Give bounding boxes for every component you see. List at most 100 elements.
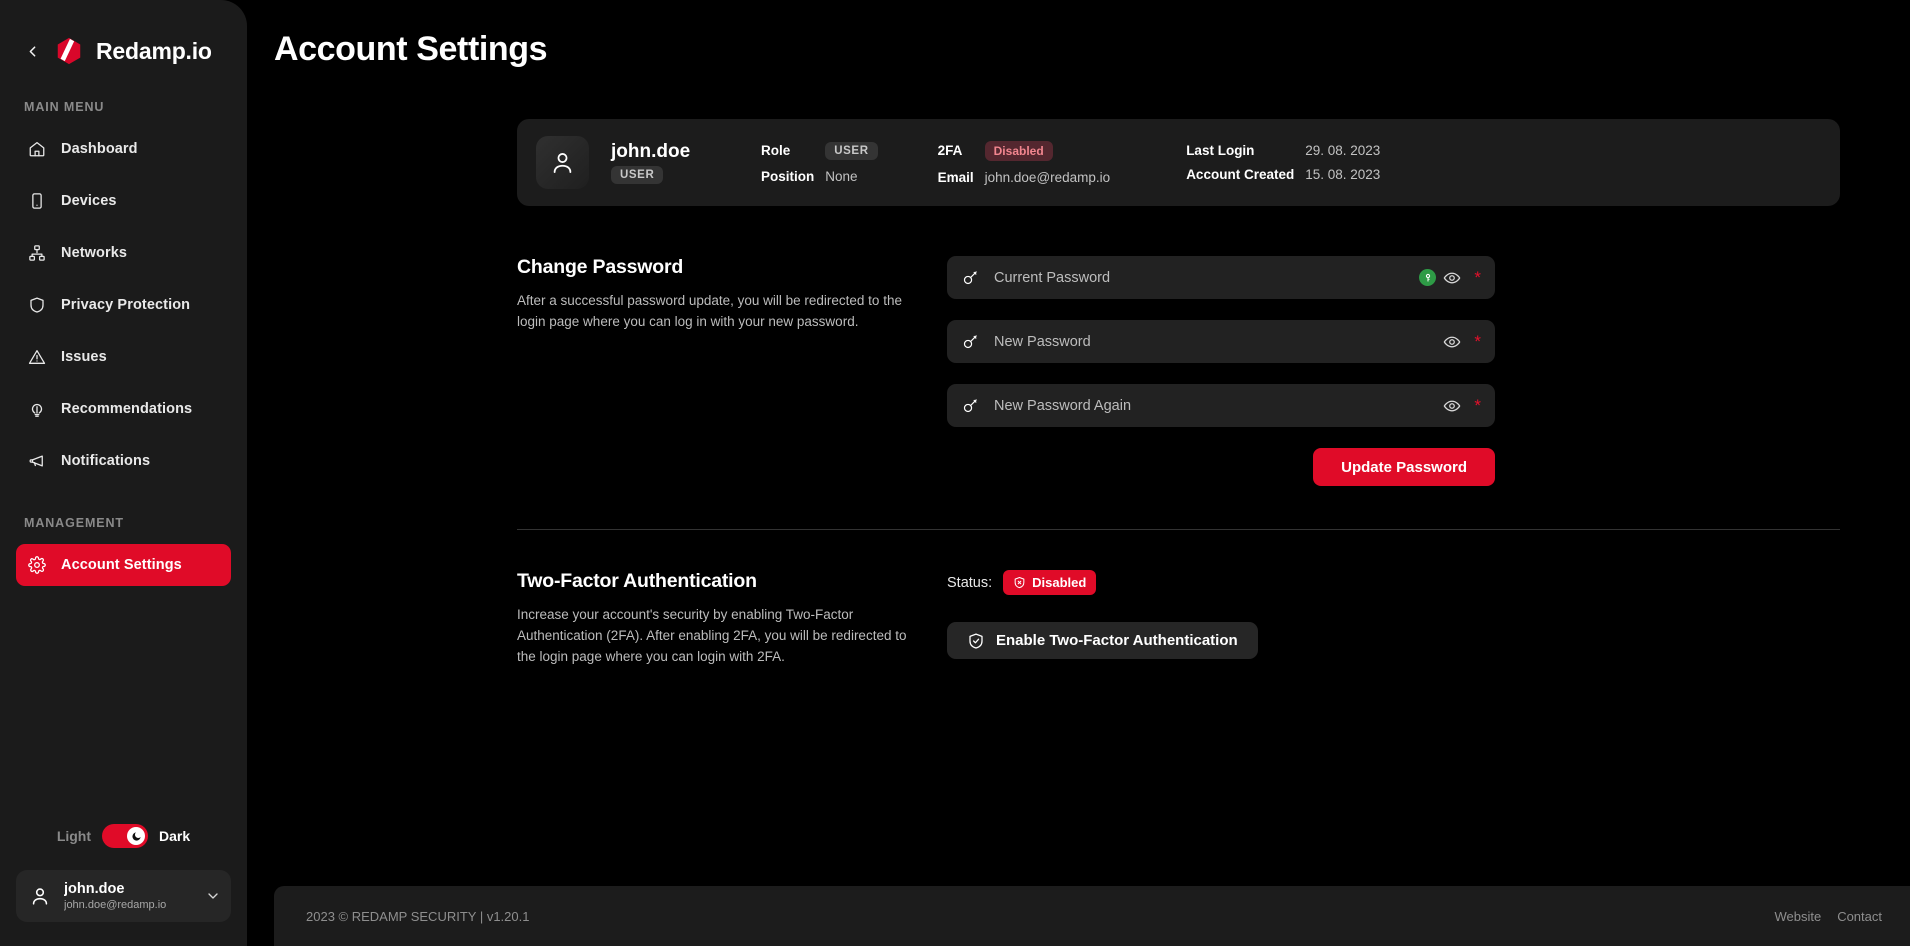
change-password-info: Change Password After a successful passw… bbox=[517, 256, 947, 333]
key-icon bbox=[962, 397, 979, 414]
profile-field-value: 15. 08. 2023 bbox=[1305, 167, 1381, 182]
profile-group-role: Role USER Position None bbox=[761, 141, 878, 184]
moon-icon bbox=[127, 827, 146, 845]
toggle-current-password-visibility-eye-icon[interactable] bbox=[1443, 269, 1461, 287]
update-password-button[interactable]: Update Password bbox=[1313, 448, 1495, 486]
footer: 2023 © REDAMP SECURITY | v1.20.1 Website… bbox=[274, 886, 1910, 946]
new-password-input[interactable] bbox=[994, 333, 1442, 350]
shield-icon bbox=[27, 295, 47, 315]
new-password-again-input[interactable] bbox=[994, 397, 1442, 414]
footer-link-website[interactable]: Website bbox=[1774, 909, 1821, 924]
chevron-down-icon[interactable] bbox=[205, 888, 221, 904]
sidebar-item-notifications[interactable]: Notifications bbox=[16, 440, 231, 482]
sidebar-section-management: MANAGEMENT bbox=[24, 516, 124, 530]
sidebar-user-name: john.doe bbox=[64, 880, 125, 897]
sidebar-item-devices[interactable]: Devices bbox=[16, 180, 231, 222]
two-factor-info: Two-Factor Authentication Increase your … bbox=[517, 570, 947, 668]
sidebar-item-label: Account Settings bbox=[61, 557, 182, 573]
sidebar-item-label: Recommendations bbox=[61, 401, 193, 417]
sidebar-user-email: john.doe@redamp.io bbox=[64, 898, 167, 911]
profile-user-badge: USER bbox=[611, 165, 664, 184]
required-marker: * bbox=[1474, 332, 1481, 351]
theme-switcher[interactable]: Light Dark bbox=[0, 824, 247, 848]
sidebar-item-privacy-protection[interactable]: Privacy Protection bbox=[16, 284, 231, 326]
profile-field-key: Email bbox=[937, 169, 974, 185]
new-password-again-field[interactable]: * bbox=[947, 384, 1495, 427]
page-title: Account Settings bbox=[274, 30, 548, 68]
network-icon bbox=[27, 243, 47, 263]
shield-check-icon bbox=[967, 632, 985, 650]
theme-light-label[interactable]: Light bbox=[57, 828, 91, 844]
change-password-title: Change Password bbox=[517, 256, 684, 278]
enable-two-factor-label: Enable Two-Factor Authentication bbox=[996, 632, 1238, 649]
profile-group-2fa: 2FA Disabled Email john.doe@redamp.io bbox=[937, 140, 1110, 185]
theme-dark-label[interactable]: Dark bbox=[159, 828, 190, 844]
sidebar-item-label: Notifications bbox=[61, 453, 151, 469]
profile-username: john.doe bbox=[611, 140, 691, 162]
device-mobile-icon bbox=[27, 191, 47, 211]
chevron-left-icon[interactable] bbox=[22, 41, 42, 61]
user-icon bbox=[553, 153, 572, 173]
footer-links: Website Contact bbox=[1774, 909, 1882, 924]
profile-field-key: Account Created bbox=[1186, 167, 1295, 182]
required-marker: * bbox=[1474, 396, 1481, 415]
warning-triangle-icon bbox=[27, 347, 47, 367]
sidebar-brand: Redamp.io bbox=[0, 0, 247, 76]
profile-group-dates: Last Login 29. 08. 2023 Account Created … bbox=[1186, 143, 1380, 182]
main-content: Account Settings john.doe USER Role USER… bbox=[247, 0, 1910, 946]
footer-link-contact[interactable]: Contact bbox=[1837, 909, 1882, 924]
profile-field-key: Role bbox=[761, 143, 791, 158]
sidebar-item-networks[interactable]: Networks bbox=[16, 232, 231, 274]
sidebar-item-issues[interactable]: Issues bbox=[16, 336, 231, 378]
profile-summary-card: john.doe USER Role USER Position None 2F… bbox=[517, 119, 1840, 206]
sidebar-item-label: Issues bbox=[61, 349, 107, 365]
password-manager-key-icon[interactable] bbox=[1419, 269, 1437, 286]
theme-toggle[interactable] bbox=[102, 824, 149, 848]
lightbulb-icon bbox=[27, 399, 47, 419]
two-factor-status-value: Disabled bbox=[1032, 575, 1087, 590]
shield-x-icon bbox=[1013, 576, 1026, 589]
sidebar-section-main-menu: MAIN MENU bbox=[24, 100, 105, 114]
sidebar-item-label: Privacy Protection bbox=[61, 297, 191, 313]
two-factor-controls: Status: Disabled Enable Two-Factor Authe… bbox=[947, 570, 1495, 659]
new-password-field[interactable]: * bbox=[947, 320, 1495, 363]
two-factor-status-label: Status: bbox=[947, 574, 993, 591]
sidebar-item-label: Networks bbox=[61, 245, 128, 261]
sidebar-item-label: Dashboard bbox=[61, 141, 138, 157]
change-password-description: After a successful password update, you … bbox=[517, 293, 902, 329]
profile-role-badge: USER bbox=[825, 141, 878, 160]
sidebar-item-account-settings[interactable]: Account Settings bbox=[16, 544, 231, 586]
redamp-logo-icon bbox=[54, 36, 84, 66]
update-password-actions: Update Password bbox=[947, 448, 1495, 486]
current-password-field[interactable]: * bbox=[947, 256, 1495, 299]
profile-field-value: 29. 08. 2023 bbox=[1305, 143, 1381, 158]
change-password-section: Change Password After a successful passw… bbox=[517, 256, 1840, 486]
toggle-new-password-visibility-eye-icon[interactable] bbox=[1443, 333, 1461, 351]
current-password-input[interactable] bbox=[994, 269, 1420, 286]
sidebar-item-dashboard[interactable]: Dashboard bbox=[16, 128, 231, 170]
sidebar: Redamp.io MAIN MENU Dashboard Devices Ne… bbox=[0, 0, 247, 946]
profile-field-value: None bbox=[825, 168, 858, 184]
user-icon bbox=[28, 884, 52, 908]
change-password-form: * * * Update Password bbox=[947, 256, 1495, 486]
two-factor-description: Increase your account's security by enab… bbox=[517, 607, 907, 664]
sidebar-user-text: john.doe john.doe@redamp.io bbox=[64, 880, 193, 913]
profile-field-key: 2FA bbox=[937, 143, 963, 158]
section-divider bbox=[517, 529, 1840, 530]
two-factor-status-badge: Disabled bbox=[1003, 570, 1097, 595]
profile-2fa-badge: Disabled bbox=[984, 140, 1053, 161]
sidebar-user-chip[interactable]: john.doe john.doe@redamp.io bbox=[16, 870, 231, 922]
toggle-new-password-again-visibility-eye-icon[interactable] bbox=[1443, 397, 1461, 415]
profile-identity: john.doe USER bbox=[611, 142, 721, 184]
two-factor-title: Two-Factor Authentication bbox=[517, 570, 757, 592]
avatar bbox=[536, 136, 589, 189]
required-marker: * bbox=[1474, 268, 1481, 287]
sidebar-item-label: Devices bbox=[61, 193, 117, 209]
sidebar-item-recommendations[interactable]: Recommendations bbox=[16, 388, 231, 430]
two-factor-section: Two-Factor Authentication Increase your … bbox=[517, 570, 1840, 668]
key-icon bbox=[962, 269, 979, 286]
gear-icon bbox=[27, 555, 47, 575]
key-icon bbox=[962, 333, 979, 350]
enable-two-factor-button[interactable]: Enable Two-Factor Authentication bbox=[947, 622, 1258, 659]
